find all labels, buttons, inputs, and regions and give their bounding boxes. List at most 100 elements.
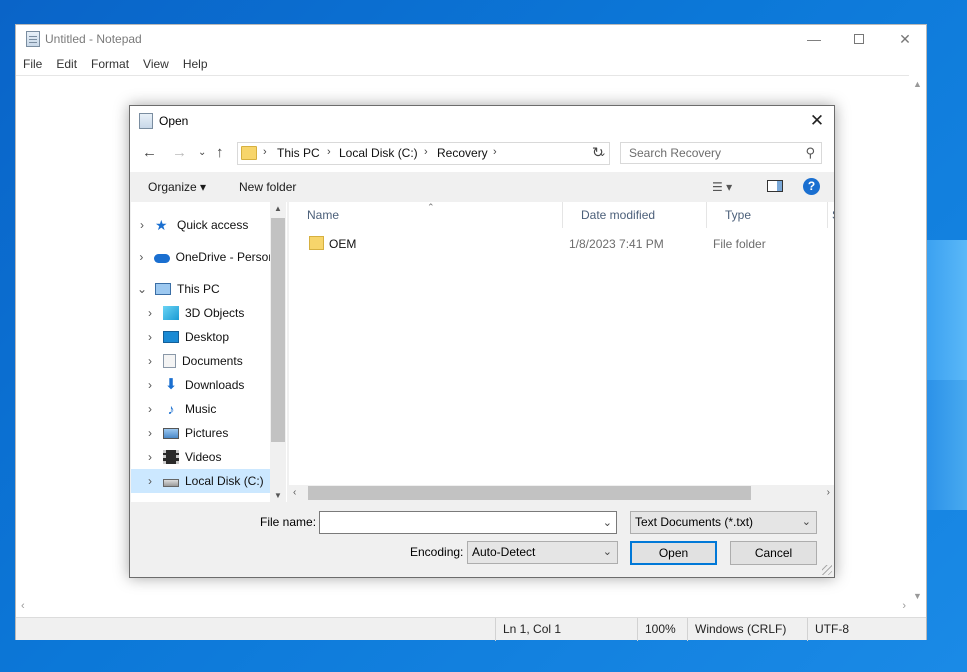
tree-item-label: Quick access bbox=[177, 218, 249, 232]
chevron-down-icon[interactable]: ⌄ bbox=[603, 516, 612, 529]
organize-button[interactable]: Organize ▾ bbox=[148, 180, 206, 194]
navigation-bar: ← → ⌄ ↑ › This PC › Local Disk (C:) › Re… bbox=[130, 136, 834, 172]
tree-item-desktop[interactable]: › Desktop bbox=[143, 325, 283, 349]
open-button[interactable]: Open bbox=[630, 541, 717, 565]
scroll-right-icon[interactable]: › bbox=[827, 487, 830, 498]
search-input[interactable] bbox=[621, 143, 799, 163]
notepad-titlebar: Untitled - Notepad bbox=[16, 25, 926, 53]
file-list-scrollbar[interactable]: ‹ › bbox=[289, 485, 834, 502]
maximize-button[interactable] bbox=[836, 25, 882, 53]
collapse-chevron-icon[interactable]: ⌄ bbox=[135, 282, 149, 296]
tree-item-videos[interactable]: › Videos bbox=[143, 445, 283, 469]
scroll-down-icon[interactable]: ▼ bbox=[913, 591, 922, 601]
expand-chevron-icon[interactable]: › bbox=[143, 450, 157, 464]
menu-bar: File Edit Format View Help bbox=[16, 53, 926, 75]
chevron-right-icon[interactable]: › bbox=[327, 146, 331, 158]
cancel-button[interactable]: Cancel bbox=[730, 541, 817, 565]
scrollbar-thumb[interactable] bbox=[308, 486, 751, 500]
folder-icon bbox=[309, 236, 324, 250]
search-box[interactable]: ⚲ bbox=[620, 142, 822, 164]
menu-file[interactable]: File bbox=[23, 57, 42, 71]
chevron-right-icon[interactable]: › bbox=[263, 146, 267, 158]
tree-item-3d-objects[interactable]: › 3D Objects bbox=[143, 301, 283, 325]
help-icon[interactable]: ? bbox=[803, 178, 820, 195]
preview-pane-icon[interactable] bbox=[767, 180, 783, 192]
breadcrumb-recovery[interactable]: Recovery bbox=[437, 146, 488, 160]
expand-chevron-icon[interactable]: › bbox=[143, 354, 157, 368]
view-options-icon[interactable]: ☰ ▾ bbox=[712, 180, 732, 194]
encoding-select[interactable]: Auto-Detect ⌄ bbox=[467, 541, 618, 564]
disk-icon bbox=[163, 479, 179, 487]
scroll-down-icon[interactable]: ▼ bbox=[274, 491, 282, 500]
expand-chevron-icon[interactable]: › bbox=[143, 474, 157, 488]
tree-item-downloads[interactable]: › ⬇ Downloads bbox=[143, 373, 283, 397]
expand-chevron-icon[interactable]: › bbox=[135, 250, 148, 264]
dialog-close-button[interactable]: ✕ bbox=[800, 106, 834, 136]
menu-format[interactable]: Format bbox=[91, 57, 129, 71]
tree-item-onedrive[interactable]: › OneDrive - Person bbox=[135, 245, 275, 269]
expand-chevron-icon[interactable]: › bbox=[135, 218, 149, 232]
file-name: OEM bbox=[329, 237, 357, 251]
navigation-pane: › ★ Quick access › OneDrive - Person ⌄ T… bbox=[131, 202, 287, 502]
videos-icon bbox=[163, 450, 179, 464]
scroll-up-icon[interactable]: ▲ bbox=[913, 79, 922, 89]
tree-item-label: 3D Objects bbox=[185, 306, 245, 320]
resize-grip-icon[interactable] bbox=[822, 565, 832, 575]
back-arrow-icon[interactable]: ← bbox=[142, 144, 157, 161]
column-header-type[interactable]: Type bbox=[707, 202, 828, 228]
minimize-button[interactable]: — bbox=[791, 25, 837, 53]
file-name-field[interactable] bbox=[320, 512, 596, 533]
scroll-left-icon[interactable]: ‹ bbox=[293, 487, 296, 498]
breadcrumb-this-pc[interactable]: This PC bbox=[277, 146, 320, 160]
tree-item-music[interactable]: › ♪ Music bbox=[143, 397, 283, 421]
chevron-right-icon[interactable]: › bbox=[424, 146, 428, 158]
expand-chevron-icon[interactable]: › bbox=[143, 306, 157, 320]
refresh-icon[interactable]: ↻ bbox=[592, 144, 604, 161]
tree-item-documents[interactable]: › Documents bbox=[143, 349, 283, 373]
expand-chevron-icon[interactable]: › bbox=[143, 330, 157, 344]
expand-chevron-icon[interactable]: › bbox=[143, 426, 157, 440]
tree-item-quick-access[interactable]: › ★ Quick access bbox=[135, 213, 275, 237]
menu-edit[interactable]: Edit bbox=[56, 57, 77, 71]
window-title: Untitled - Notepad bbox=[45, 32, 142, 46]
expand-chevron-icon[interactable]: › bbox=[143, 378, 157, 392]
file-type-select[interactable]: Text Documents (*.txt) ⌄ bbox=[630, 511, 817, 534]
tree-item-label: Documents bbox=[182, 354, 243, 368]
close-button[interactable]: ✕ bbox=[882, 25, 928, 53]
desktop-icon bbox=[163, 331, 179, 343]
address-bar[interactable]: › This PC › Local Disk (C:) › Recovery ›… bbox=[237, 142, 610, 165]
expand-chevron-icon[interactable]: › bbox=[143, 402, 157, 416]
documents-icon bbox=[163, 354, 176, 368]
menu-help[interactable]: Help bbox=[183, 57, 208, 71]
new-folder-button[interactable]: New folder bbox=[239, 180, 296, 194]
tree-item-local-disk[interactable]: › Local Disk (C:) bbox=[131, 469, 271, 493]
scroll-left-icon[interactable]: ‹ bbox=[21, 600, 25, 612]
menu-view[interactable]: View bbox=[143, 57, 169, 71]
file-name-combobox[interactable]: ⌄ bbox=[319, 511, 617, 534]
vertical-scrollbar[interactable]: ▲ ▼ bbox=[909, 75, 926, 603]
breadcrumb-local-disk[interactable]: Local Disk (C:) bbox=[339, 146, 418, 160]
tree-item-pictures[interactable]: › Pictures bbox=[143, 421, 283, 445]
search-icon: ⚲ bbox=[805, 145, 815, 160]
column-header-name[interactable]: Name bbox=[289, 202, 563, 228]
recent-locations-chevron-icon[interactable]: ⌄ bbox=[198, 147, 206, 158]
file-type-value: Text Documents (*.txt) bbox=[635, 515, 754, 529]
list-item[interactable]: OEM 1/8/2023 7:41 PM File folder bbox=[289, 234, 829, 254]
scroll-up-icon[interactable]: ▲ bbox=[274, 204, 282, 213]
horizontal-scrollbar[interactable]: ‹ › bbox=[16, 599, 911, 616]
forward-arrow-icon[interactable]: → bbox=[172, 144, 187, 161]
column-header-size[interactable]: S bbox=[828, 202, 834, 228]
encoding-label: Encoding: bbox=[410, 545, 464, 559]
music-icon: ♪ bbox=[167, 401, 175, 417]
scroll-right-icon[interactable]: › bbox=[902, 600, 906, 612]
command-bar: Organize ▾ New folder ☰ ▾ ? bbox=[130, 172, 834, 202]
column-header-date-modified[interactable]: Date modified bbox=[563, 202, 707, 228]
star-icon: ★ bbox=[155, 217, 168, 233]
navigation-pane-scrollbar[interactable]: ▲ ▼ bbox=[270, 202, 286, 502]
open-dialog: Open ✕ ← → ⌄ ↑ › This PC › Local Disk (C… bbox=[129, 105, 835, 578]
chevron-right-icon[interactable]: › bbox=[493, 146, 497, 158]
scrollbar-thumb[interactable] bbox=[271, 218, 285, 442]
tree-item-this-pc[interactable]: ⌄ This PC bbox=[135, 277, 275, 301]
up-arrow-icon[interactable]: ↑ bbox=[216, 144, 224, 161]
encoding-value: Auto-Detect bbox=[472, 545, 536, 559]
